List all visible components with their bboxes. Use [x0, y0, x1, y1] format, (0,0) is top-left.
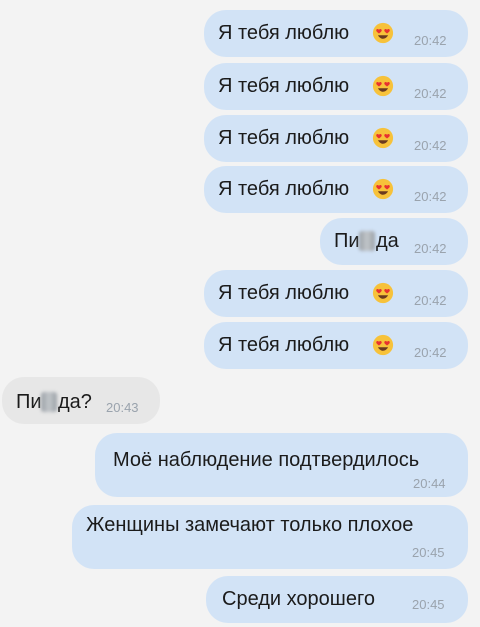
message-bubble-outgoing[interactable]: Я тебя люблю 20:42 [204, 322, 468, 369]
message-bubble-outgoing[interactable]: Среди хорошего 20:45 [206, 576, 468, 623]
message-bubble-incoming[interactable]: Пи да? 20:43 [2, 377, 160, 424]
message-text: Женщины замечают только плохое [86, 514, 414, 536]
message-timestamp: 20:42 [414, 189, 447, 204]
message-text: Я тебя люблю [218, 75, 350, 97]
message-timestamp: 20:42 [414, 86, 447, 101]
message-timestamp: 20:42 [414, 138, 447, 153]
message-text: Я тебя люблю [218, 22, 350, 44]
message-bubble-outgoing[interactable]: Я тебя люблю 20:42 [204, 63, 468, 110]
message-timestamp: 20:42 [414, 241, 447, 256]
heart-eyes-emoji-icon [372, 127, 394, 149]
message-timestamp: 20:42 [414, 345, 447, 360]
message-text-end: да [376, 230, 399, 252]
message-timestamp: 20:42 [414, 293, 447, 308]
censored-blur [41, 392, 57, 412]
heart-eyes-emoji-icon [372, 22, 394, 44]
message-text: Я тебя люблю [218, 127, 350, 149]
message-text: Моё наблюдение подтвердилось [113, 449, 420, 471]
heart-eyes-emoji-icon [372, 178, 394, 200]
heart-eyes-emoji-icon [372, 75, 394, 97]
message-timestamp: 20:45 [412, 597, 445, 612]
chat-thread: Я тебя люблю 20:42 Я тебя люблю 20:42 Я … [0, 0, 480, 627]
message-text: Среди хорошего [222, 588, 375, 610]
message-text: Я тебя люблю [218, 334, 350, 356]
message-bubble-outgoing[interactable]: Я тебя люблю 20:42 [204, 166, 468, 213]
message-bubble-outgoing[interactable]: Женщины замечают только плохое 20:45 [72, 505, 468, 569]
message-timestamp: 20:43 [106, 400, 139, 415]
message-bubble-outgoing[interactable]: Я тебя люблю 20:42 [204, 10, 468, 57]
message-timestamp: 20:45 [412, 545, 445, 560]
message-bubble-outgoing[interactable]: Моё наблюдение подтвердилось 20:44 [95, 433, 468, 497]
message-timestamp: 20:44 [413, 476, 446, 491]
message-timestamp: 20:42 [414, 33, 447, 48]
message-text-end: да? [58, 391, 92, 413]
message-text: Я тебя люблю [218, 282, 350, 304]
message-text: Я тебя люблю [218, 178, 350, 200]
message-bubble-outgoing[interactable]: Я тебя люблю 20:42 [204, 270, 468, 317]
censored-blur [359, 231, 375, 251]
heart-eyes-emoji-icon [372, 334, 394, 356]
heart-eyes-emoji-icon [372, 282, 394, 304]
message-bubble-outgoing[interactable]: Я тебя люблю 20:42 [204, 115, 468, 162]
message-bubble-outgoing[interactable]: Пи да 20:42 [320, 218, 468, 265]
message-text-start: Пи [16, 391, 42, 413]
message-text-start: Пи [334, 230, 360, 252]
